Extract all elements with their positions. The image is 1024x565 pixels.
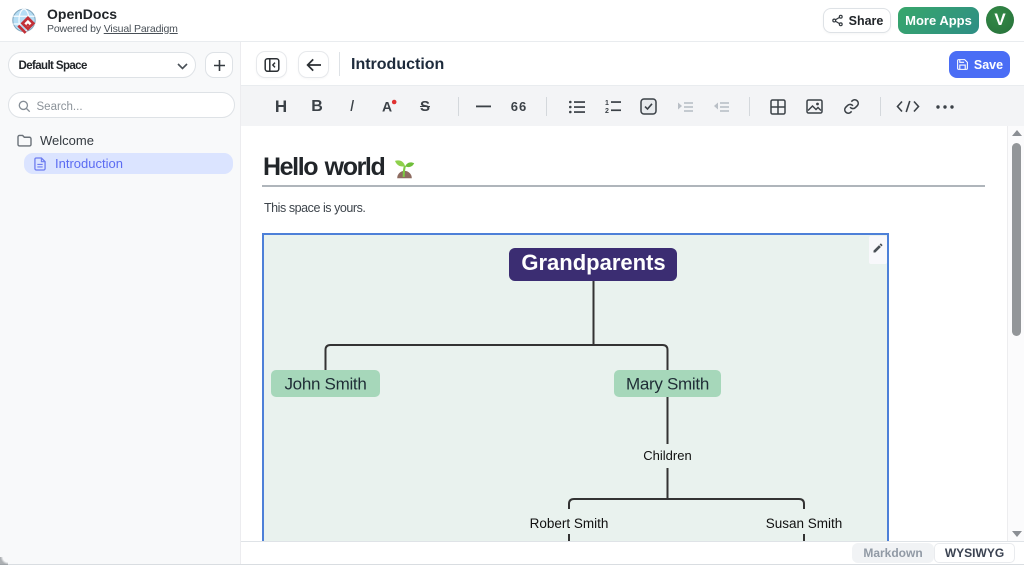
svg-text:John Smith: John Smith [284,375,366,394]
svg-text:Mary Smith: Mary Smith [626,375,709,394]
svg-text:1: 1 [605,100,609,107]
svg-text:A: A [382,98,392,114]
svg-text:2: 2 [605,108,609,114]
svg-text:Children: Children [643,448,691,463]
svg-text:Robert Smith: Robert Smith [530,516,609,531]
svg-text:Grandparents: Grandparents [521,250,665,275]
svg-text:Susan Smith: Susan Smith [766,516,843,531]
